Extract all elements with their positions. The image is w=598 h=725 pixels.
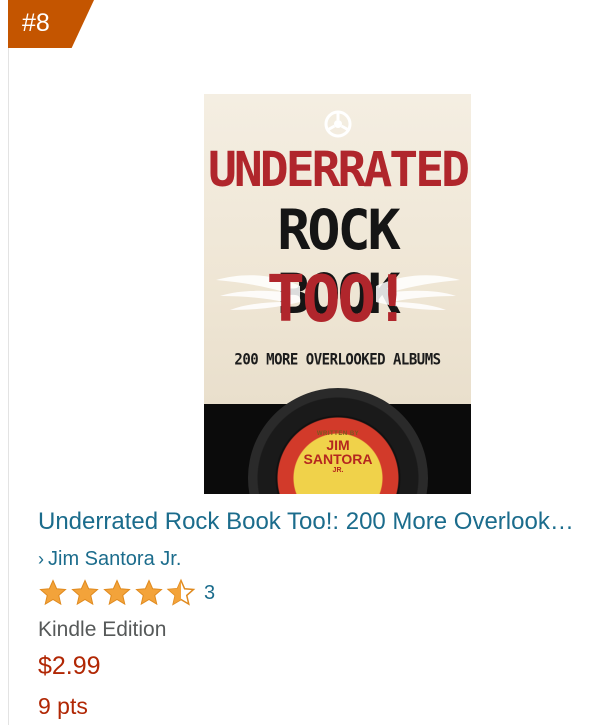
cover-author-suffix: JR. — [332, 467, 344, 474]
book-cover-image[interactable]: UNDERRATED ROCK BOOK TOO! 200 MORE OVERL… — [204, 94, 471, 494]
cover-subtitle: 200 MORE OVERLOOKED ALBUMS — [234, 350, 441, 370]
cover-title-line1: UNDERRATED — [208, 142, 470, 198]
cover-author-first: JIM — [326, 437, 350, 453]
card-left-border — [0, 0, 9, 725]
star-full-icon — [71, 579, 99, 606]
record-adapter-logo-icon — [324, 110, 352, 138]
price: $2.99 — [38, 652, 101, 680]
author-link[interactable]: › Jim Santora Jr. — [38, 546, 181, 572]
star-half-icon — [166, 578, 196, 606]
author-name: Jim Santora Jr. — [48, 548, 182, 570]
rating-count[interactable]: 3 — [204, 580, 215, 606]
cover-title-line3: TOO! — [266, 263, 411, 337]
star-full-icon — [103, 579, 131, 606]
star-rating[interactable]: 3 — [38, 578, 215, 608]
product-title-link[interactable]: Underrated Rock Book Too!: 200 More Over… — [38, 506, 578, 538]
format-label: Kindle Edition — [38, 618, 167, 641]
star-full-icon — [135, 579, 163, 606]
rank-badge — [8, 0, 94, 48]
cover-author-last: SANTORA — [303, 451, 373, 467]
star-full-icon — [39, 579, 67, 606]
reward-points: 9 pts — [38, 693, 88, 719]
chevron-right-icon: › — [38, 549, 44, 569]
rank-badge-label: #8 — [22, 9, 50, 37]
cover-author-name: JIM SANTORA — [298, 438, 378, 466]
